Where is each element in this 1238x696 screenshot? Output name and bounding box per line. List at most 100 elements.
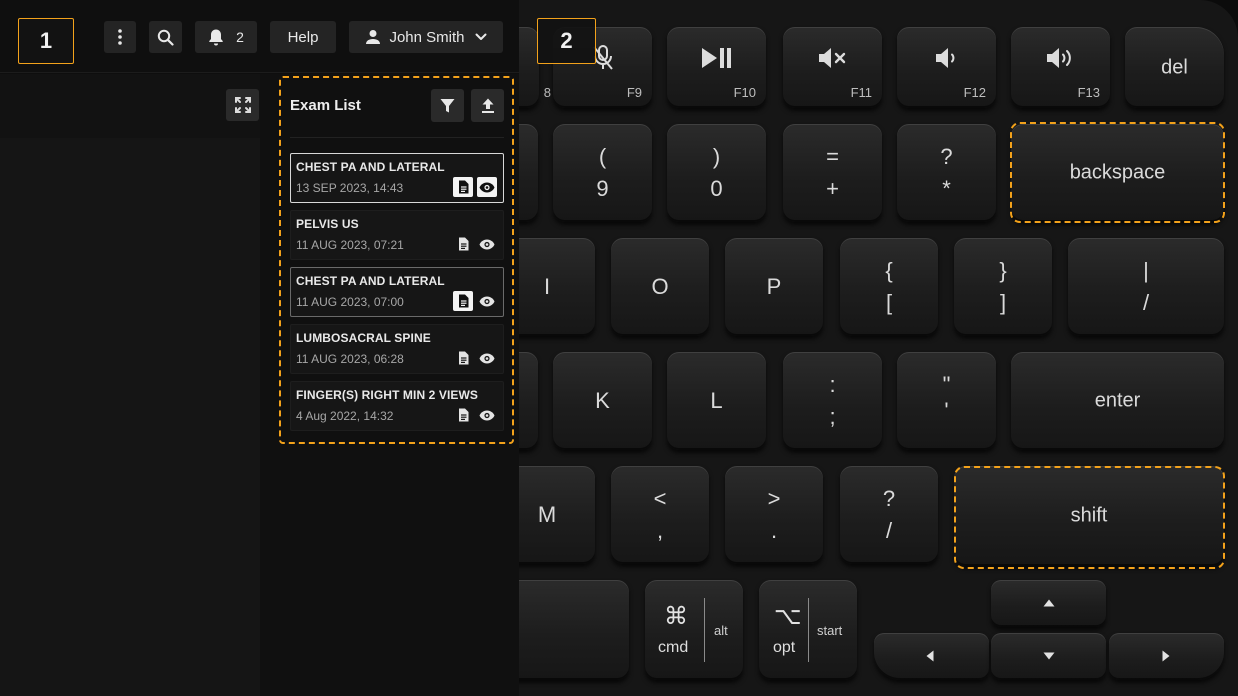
key-backslash-top: | <box>1143 258 1149 283</box>
key-semicolon[interactable]: : ; <box>783 352 882 450</box>
key-k[interactable]: K <box>553 352 652 450</box>
key-bracket-right-top: } <box>999 258 1007 283</box>
document-icon <box>458 180 468 194</box>
report-button[interactable] <box>453 405 473 425</box>
key-comma[interactable]: < , <box>611 466 709 564</box>
report-button[interactable] <box>453 177 473 197</box>
report-button[interactable] <box>453 291 473 311</box>
key-star-top: ? <box>940 144 953 169</box>
key-quote[interactable]: " ' <box>897 352 996 450</box>
key-m[interactable]: M <box>519 466 595 564</box>
key-slash-top: ? <box>882 486 896 511</box>
key-option[interactable]: ⌥ opt start <box>759 580 857 680</box>
key-slash-bottom: / <box>885 518 893 543</box>
exam-name: CHEST PA AND LATERAL <box>296 274 445 288</box>
user-name: John Smith <box>389 28 465 46</box>
key-o[interactable]: O <box>611 238 709 336</box>
search-button[interactable] <box>149 21 182 53</box>
arrow-left-icon <box>926 650 934 662</box>
help-button[interactable]: Help <box>270 21 336 53</box>
key-backspace[interactable]: backspace <box>1011 124 1224 222</box>
key-slash[interactable]: ? / <box>840 466 938 564</box>
key-cmd-alt-label: alt <box>714 623 728 638</box>
eye-icon <box>479 410 495 420</box>
key-o-label: O <box>651 274 669 299</box>
report-button[interactable] <box>453 234 473 254</box>
view-button[interactable] <box>477 348 497 368</box>
key-f11-label: F11 <box>850 85 872 100</box>
exam-list-divider <box>290 137 504 138</box>
key-backspace-label: backspace <box>1069 161 1166 184</box>
key-delete[interactable]: del <box>1125 27 1224 108</box>
exam-list-item[interactable]: FINGER(S) RIGHT MIN 2 VIEWS 4 Aug 2022, … <box>290 381 504 431</box>
key-p[interactable]: P <box>725 238 823 336</box>
user-menu[interactable]: John Smith <box>349 21 503 53</box>
key-f11-mute[interactable]: F11 <box>783 27 882 108</box>
eye-icon <box>479 296 495 306</box>
key-bracket-right[interactable]: } ] <box>954 238 1052 336</box>
chevron-down-icon <box>475 33 487 40</box>
volume-down-icon <box>935 47 954 68</box>
exam-list-title: Exam List <box>290 97 361 114</box>
key-0[interactable]: ) 0 <box>667 124 766 222</box>
key-star[interactable]: ? * <box>897 124 996 222</box>
key-enter[interactable]: enter <box>1011 352 1224 450</box>
exam-name: LUMBOSACRAL SPINE <box>296 331 431 345</box>
key-option-label: opt <box>773 639 796 656</box>
exam-list-item[interactable]: CHEST PA AND LATERAL 13 SEP 2023, 14:43 <box>290 153 504 203</box>
key-i[interactable]: I <box>519 238 595 336</box>
key-cmd-label: cmd <box>658 639 689 656</box>
report-button[interactable] <box>453 348 473 368</box>
key-arrow-up[interactable] <box>991 580 1106 627</box>
view-button[interactable] <box>477 405 497 425</box>
upload-button[interactable] <box>471 89 504 122</box>
key-bracket-right-bottom: ] <box>999 290 1007 315</box>
key-0-bottom: 0 <box>710 176 723 201</box>
exam-list-item[interactable]: LUMBOSACRAL SPINE 11 AUG 2023, 06:28 <box>290 324 504 374</box>
view-button[interactable] <box>477 177 497 197</box>
key-bracket-left[interactable]: { [ <box>840 238 938 336</box>
view-button[interactable] <box>477 291 497 311</box>
key-space[interactable] <box>519 580 629 680</box>
keyboard: 8 F9 F10 F11 F12 F13 del ( 9 ) 0 = + ? *… <box>519 0 1238 696</box>
key-f13-volume-up[interactable]: F13 <box>1011 27 1110 108</box>
key-9[interactable]: ( 9 <box>553 124 652 222</box>
key-backslash[interactable]: | / <box>1068 238 1224 336</box>
key-shift[interactable]: shift <box>954 466 1224 566</box>
key-divider <box>704 598 705 662</box>
filter-button[interactable] <box>431 89 464 122</box>
fullscreen-button[interactable] <box>226 89 259 121</box>
view-button[interactable] <box>477 234 497 254</box>
exam-name: PELVIS US <box>296 217 359 231</box>
exam-list-item[interactable]: CHEST PA AND LATERAL 11 AUG 2023, 07:00 <box>290 267 504 317</box>
key-f8[interactable]: 8 <box>519 27 551 108</box>
expand-icon <box>234 97 251 113</box>
key-period-top: > <box>767 486 781 511</box>
eye-icon <box>479 239 495 249</box>
key-arrow-down[interactable] <box>991 633 1106 680</box>
key-period[interactable]: > . <box>725 466 823 564</box>
key-equal[interactable]: = + <box>783 124 882 222</box>
key-k-label: K <box>595 388 610 413</box>
more-menu-button[interactable] <box>104 21 136 53</box>
key-quote-bottom: ' <box>944 398 949 423</box>
key-arrow-left[interactable] <box>874 633 989 680</box>
key-comma-bottom: , <box>656 518 664 543</box>
filter-icon <box>440 98 455 112</box>
callout-1: 1 <box>18 18 74 64</box>
key-f10-play-pause[interactable]: F10 <box>667 27 766 108</box>
key-arrow-right[interactable] <box>1109 633 1224 680</box>
user-icon <box>366 30 381 44</box>
key-p-label: P <box>766 274 782 299</box>
exam-list-item[interactable]: PELVIS US 11 AUG 2023, 07:21 <box>290 210 504 260</box>
notifications-button[interactable]: 2 <box>195 21 257 53</box>
key-f12-volume-down[interactable]: F12 <box>897 27 996 108</box>
key-cmd[interactable]: ⌘ cmd alt <box>645 580 743 680</box>
key-j[interactable] <box>519 352 538 450</box>
key-l[interactable]: L <box>667 352 766 450</box>
callout-2: 2 <box>537 18 596 64</box>
key-8[interactable] <box>519 124 538 222</box>
more-vertical-icon <box>118 29 122 45</box>
key-semicolon-top: : <box>829 372 836 397</box>
key-i-label: I <box>543 274 551 299</box>
